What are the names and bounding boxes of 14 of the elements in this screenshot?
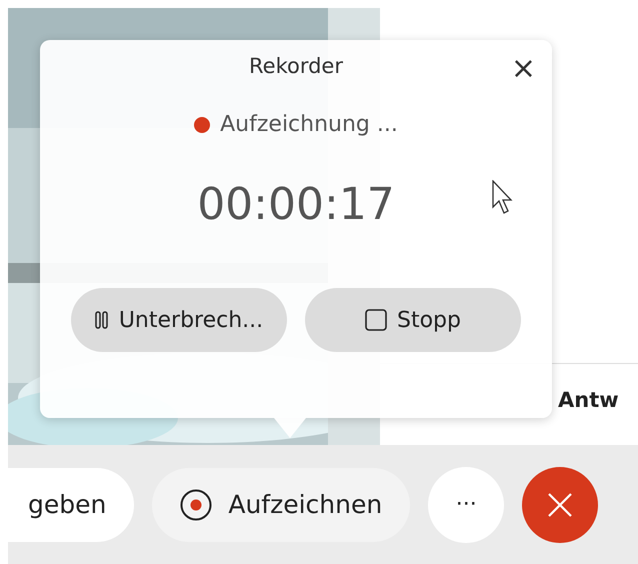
share-button[interactable]: geben [8,468,134,542]
recording-timer: 00:00:17 [197,179,395,230]
pause-button[interactable]: Unterbrech... [71,288,287,352]
panel-item-label[interactable]: Antw [558,388,619,412]
record-icon [180,488,212,520]
popup-title: Rekorder [249,54,343,78]
stop-icon [365,309,387,331]
record-button[interactable]: Aufzeichnen [152,468,410,542]
more-button[interactable]: ··· [428,466,504,542]
stop-button[interactable]: Stopp [305,288,521,352]
recording-status: Aufzeichnung ... [220,112,398,137]
pause-icon [94,311,109,329]
close-button[interactable]: × [504,52,542,86]
close-icon [547,492,574,518]
